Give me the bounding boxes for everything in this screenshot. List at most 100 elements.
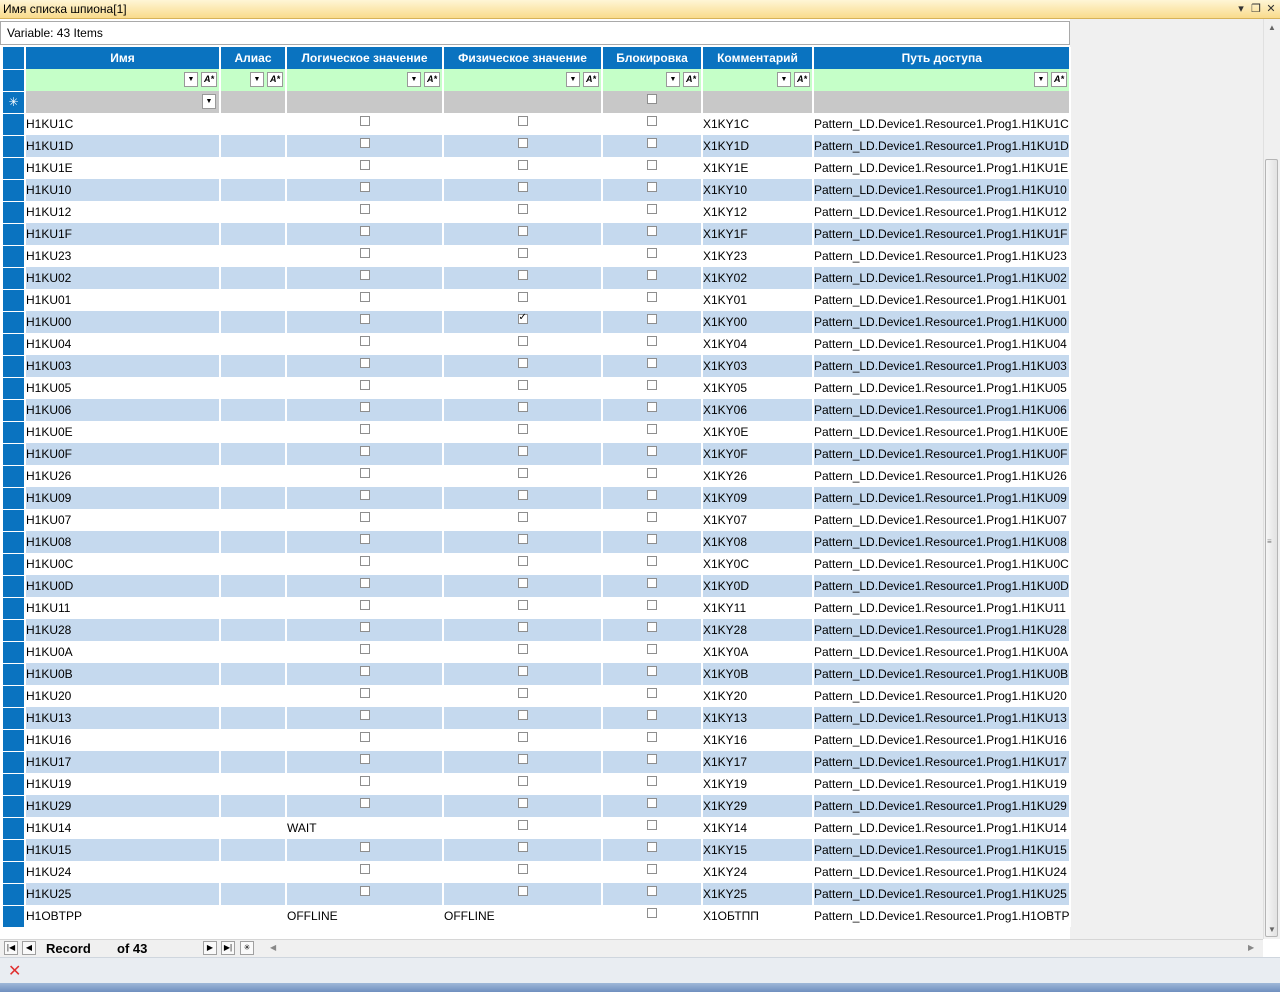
vertical-scrollbar[interactable]: ▲ ≡ ▼ <box>1263 19 1280 939</box>
row-selector[interactable] <box>3 376 26 399</box>
row-selector[interactable] <box>3 596 26 619</box>
cell-lock[interactable] <box>602 201 703 223</box>
lock-checkbox[interactable] <box>647 358 657 368</box>
cell-logical-value[interactable] <box>286 267 444 289</box>
cell-logical-value[interactable] <box>286 685 444 707</box>
lock-checkbox[interactable] <box>647 820 657 830</box>
cell-comment[interactable]: X1KY1D <box>702 135 814 157</box>
lock-checkbox[interactable] <box>647 468 657 478</box>
row-selector[interactable] <box>3 816 26 839</box>
cell-logical-value[interactable] <box>286 707 444 729</box>
lock-checkbox[interactable] <box>647 754 657 764</box>
value-checkbox[interactable] <box>517 182 528 192</box>
cell-comment[interactable]: X1KY12 <box>702 201 814 223</box>
close-icon[interactable]: ✕ <box>1264 1 1278 17</box>
value-checkbox[interactable] <box>517 446 528 456</box>
row-selector[interactable] <box>3 860 26 883</box>
value-checkbox[interactable] <box>517 270 528 280</box>
cell-name[interactable]: H1KU15 <box>25 839 221 861</box>
restore-icon[interactable]: ❐ <box>1249 1 1263 17</box>
value-checkbox[interactable] <box>359 688 370 698</box>
cell-path[interactable]: Pattern_LD.Device1.Resource1.Prog1.H1KU0… <box>813 333 1072 355</box>
cell-physical-value[interactable] <box>443 575 603 597</box>
cell-lock[interactable] <box>602 223 703 245</box>
cell-physical-value[interactable] <box>443 355 603 377</box>
cell-logical-value[interactable] <box>286 135 444 157</box>
cell-comment[interactable]: X1KY0E <box>702 421 814 443</box>
row-selector[interactable] <box>3 684 26 707</box>
cell-comment[interactable]: X1KY07 <box>702 509 814 531</box>
value-checkbox[interactable] <box>517 424 528 434</box>
table-row[interactable]: H1KU0E X1KY0E Pattern_LD.Device1.Resource1… <box>3 420 1072 443</box>
cell-comment[interactable]: X1KY03 <box>702 355 814 377</box>
value-checkbox[interactable] <box>517 490 528 500</box>
row-selector[interactable] <box>3 354 26 377</box>
row-selector[interactable] <box>3 640 26 663</box>
cell-path[interactable]: Pattern_LD.Device1.Resource1.Prog1.H1KU0… <box>813 531 1072 553</box>
cell-alias[interactable] <box>220 575 287 597</box>
value-checkbox[interactable] <box>359 622 370 632</box>
cell-name[interactable]: H1KU23 <box>25 245 221 267</box>
cell-lock[interactable] <box>602 509 703 531</box>
row-selector[interactable] <box>3 904 26 927</box>
lock-checkbox[interactable] <box>647 116 657 126</box>
scroll-up-icon[interactable]: ▲ <box>1266 21 1278 35</box>
value-checkbox[interactable] <box>517 688 528 698</box>
cell-name[interactable]: H1KU0C <box>25 553 221 575</box>
cell-path[interactable]: Pattern_LD.Device1.Resource1.Prog1.H1OBT… <box>813 905 1072 927</box>
cell-logical-value[interactable] <box>286 399 444 421</box>
cell-name[interactable]: H1KU1C <box>25 113 221 135</box>
new-row-cell-lock[interactable] <box>602 91 703 113</box>
cell-alias[interactable] <box>220 135 287 157</box>
cell-name[interactable]: H1KU12 <box>25 201 221 223</box>
cell-name[interactable]: H1KU0B <box>25 663 221 685</box>
value-checkbox[interactable] <box>359 226 370 236</box>
cell-lock[interactable] <box>602 245 703 267</box>
cell-alias[interactable] <box>220 619 287 641</box>
cell-path[interactable]: Pattern_LD.Device1.Resource1.Prog1.H1KU0… <box>813 663 1072 685</box>
cell-path[interactable]: Pattern_LD.Device1.Resource1.Prog1.H1KU0… <box>813 355 1072 377</box>
value-checkbox[interactable] <box>359 182 370 192</box>
cell-alias[interactable] <box>220 641 287 663</box>
value-checkbox[interactable] <box>359 600 370 610</box>
lock-checkbox[interactable] <box>647 424 657 434</box>
new-row-icon[interactable]: ✳ <box>3 90 26 113</box>
cell-logical-value[interactable] <box>286 245 444 267</box>
lock-checkbox[interactable] <box>647 622 657 632</box>
cell-lock[interactable] <box>602 113 703 135</box>
cell-alias[interactable] <box>220 267 287 289</box>
cell-alias[interactable] <box>220 223 287 245</box>
cell-physical-value[interactable] <box>443 201 603 223</box>
lock-checkbox[interactable] <box>647 534 657 544</box>
lock-checkbox[interactable] <box>647 182 657 192</box>
cell-physical-value[interactable] <box>443 839 603 861</box>
lock-checkbox[interactable] <box>647 600 657 610</box>
table-row[interactable]: H1KU20 X1KY20 Pattern_LD.Device1.Resource1… <box>3 684 1072 707</box>
cell-logical-value[interactable] <box>286 443 444 465</box>
table-row[interactable]: H1KU11 X1KY11 Pattern_LD.Device1.Resource1… <box>3 596 1072 619</box>
cell-alias[interactable] <box>220 245 287 267</box>
cell-name[interactable]: H1KU06 <box>25 399 221 421</box>
cell-alias[interactable] <box>220 795 287 817</box>
value-checkbox[interactable] <box>359 358 370 368</box>
lock-checkbox[interactable] <box>647 798 657 808</box>
lock-checkbox[interactable] <box>647 446 657 456</box>
cell-physical-value[interactable] <box>443 443 603 465</box>
table-row[interactable]: H1KU15 X1KY15 Pattern_LD.Device1.Resource1… <box>3 838 1072 861</box>
cell-comment[interactable]: X1KY0D <box>702 575 814 597</box>
filter-cell-path[interactable]: ▼ A* <box>813 69 1072 91</box>
cell-comment[interactable]: X1KY0F <box>702 443 814 465</box>
value-checkbox[interactable] <box>359 160 370 170</box>
value-checkbox[interactable] <box>517 864 528 874</box>
cell-path[interactable]: Pattern_LD.Device1.Resource1.Prog1.H1KU1… <box>813 817 1072 839</box>
value-checkbox[interactable] <box>517 842 528 852</box>
cell-path[interactable]: Pattern_LD.Device1.Resource1.Prog1.H1KU1… <box>813 201 1072 223</box>
cell-lock[interactable] <box>602 443 703 465</box>
value-checkbox[interactable] <box>359 468 370 478</box>
chevron-down-icon[interactable]: ▼ <box>407 72 421 87</box>
value-checkbox[interactable] <box>359 864 370 874</box>
cell-logical-value[interactable] <box>286 223 444 245</box>
cell-comment[interactable]: X1KY05 <box>702 377 814 399</box>
cell-name[interactable]: H1KU1E <box>25 157 221 179</box>
chevron-down-icon[interactable]: ▼ <box>202 94 216 109</box>
